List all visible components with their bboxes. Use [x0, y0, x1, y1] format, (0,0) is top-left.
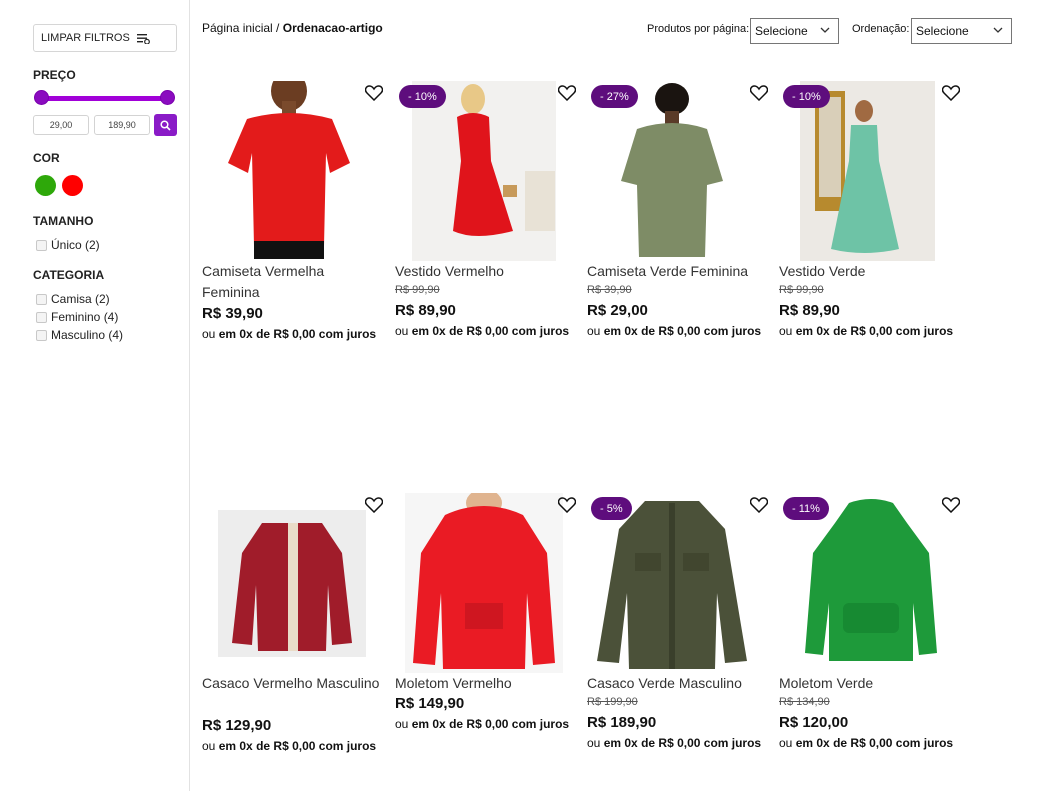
product-name[interactable]: Casaco Vermelho Masculino: [202, 673, 382, 694]
sort-value: Selecione: [916, 24, 969, 38]
category-option-label: Camisa (2): [51, 292, 110, 306]
category-option-feminino[interactable]: Feminino (4): [36, 310, 118, 324]
heart-icon[interactable]: [365, 85, 383, 101]
heart-icon[interactable]: [750, 85, 768, 101]
product-old-price: R$ 199,90: [587, 696, 638, 708]
checkbox[interactable]: [36, 329, 47, 341]
product-name[interactable]: Moletom Verde: [779, 673, 959, 694]
breadcrumb-home-link[interactable]: Página inicial: [202, 21, 273, 35]
chevron-down-icon: [820, 27, 830, 33]
product-card[interactable]: Moletom Vermelho R$ 149,90 ou em 0x de R…: [395, 489, 580, 763]
product-name[interactable]: Moletom Vermelho: [395, 673, 575, 694]
product-image[interactable]: - 5%: [587, 493, 772, 673]
product-image[interactable]: - 27%: [587, 81, 772, 261]
category-option-label: Feminino (4): [51, 310, 119, 324]
product-card[interactable]: - 10% Vestido Vermelho R$ 99,90 R$ 89,90…: [395, 81, 580, 351]
product-name[interactable]: Casaco Verde Masculino: [587, 673, 767, 694]
product-price: R$ 129,90: [202, 717, 272, 734]
heart-icon[interactable]: [750, 497, 768, 513]
category-option-label: Masculino (4): [51, 328, 124, 342]
price-max-handle[interactable]: [160, 90, 175, 105]
heart-icon[interactable]: [558, 497, 576, 513]
breadcrumb-separator: /: [272, 21, 283, 35]
installment-info: ou em 0x de R$ 0,00 com juros: [779, 324, 954, 338]
checkbox[interactable]: [36, 239, 47, 251]
product-image[interactable]: - 10%: [395, 81, 580, 261]
discount-badge: - 10%: [783, 85, 830, 108]
heart-icon[interactable]: [942, 85, 960, 101]
product-name[interactable]: Camiseta Vermelha Feminina: [202, 261, 382, 303]
product-image[interactable]: [395, 489, 580, 673]
per-page-value: Selecione: [755, 24, 808, 38]
product-card[interactable]: - 27% Camiseta Verde Feminina R$ 39,90 R…: [587, 81, 772, 351]
price-min-handle[interactable]: [34, 90, 49, 105]
product-name[interactable]: Camiseta Verde Feminina: [587, 261, 767, 282]
product-price: R$ 120,00: [779, 714, 849, 731]
category-filter-title: CATEGORIA: [33, 268, 105, 282]
heart-icon[interactable]: [365, 497, 383, 513]
price-min-input[interactable]: 29,00: [33, 115, 89, 135]
breadcrumb-current: Ordenacao-artigo: [282, 21, 383, 35]
product-card[interactable]: - 11% Moletom Verde R$ 134,90 R$ 120,00 …: [779, 493, 964, 763]
filter-sidebar: LIMPAR FILTROS PREÇO 29,00 189,90 COR TA…: [0, 0, 190, 791]
product-card[interactable]: Casaco Vermelho Masculino R$ 129,90 ou e…: [202, 493, 387, 763]
installment-info: ou em 0x de R$ 0,00 com juros: [395, 717, 570, 731]
product-old-price: R$ 39,90: [587, 284, 632, 296]
product-price: R$ 189,90: [587, 714, 657, 731]
per-page-label: Produtos por página:: [647, 23, 750, 35]
product-name[interactable]: Vestido Verde: [779, 261, 959, 282]
installment-info: ou em 0x de R$ 0,00 com juros: [202, 739, 377, 753]
discount-badge: - 10%: [399, 85, 446, 108]
category-option-camisa[interactable]: Camisa (2): [36, 292, 110, 306]
breadcrumb: Página inicial / Ordenacao-artigo: [202, 21, 383, 35]
search-icon: [160, 119, 171, 131]
per-page-select[interactable]: Selecione: [750, 18, 839, 44]
discount-badge: - 11%: [783, 497, 829, 520]
installment-info: ou em 0x de R$ 0,00 com juros: [395, 324, 570, 338]
installment-info: ou em 0x de R$ 0,00 com juros: [587, 736, 762, 750]
installment-info: ou em 0x de R$ 0,00 com juros: [202, 327, 377, 341]
product-image[interactable]: [202, 493, 387, 673]
category-option-masculino[interactable]: Masculino (4): [36, 328, 123, 342]
product-card[interactable]: - 10% Vestido Verde R$ 99,90 R$ 89,90 ou…: [779, 81, 964, 351]
clear-filters-button[interactable]: LIMPAR FILTROS: [33, 24, 177, 52]
discount-badge: - 5%: [591, 497, 632, 520]
product-image[interactable]: - 11%: [779, 493, 964, 673]
heart-icon[interactable]: [942, 497, 960, 513]
product-price: R$ 29,00: [587, 302, 648, 319]
product-old-price: R$ 99,90: [779, 284, 824, 296]
size-option-unico[interactable]: Único (2): [36, 238, 100, 252]
sort-select[interactable]: Selecione: [911, 18, 1012, 44]
heart-icon[interactable]: [558, 85, 576, 101]
installment-info: ou em 0x de R$ 0,00 com juros: [779, 736, 954, 750]
clear-filters-label: LIMPAR FILTROS: [41, 32, 130, 44]
size-option-label: Único (2): [51, 238, 100, 252]
product-card[interactable]: Camiseta Vermelha Feminina R$ 39,90 ou e…: [202, 71, 387, 351]
product-price: R$ 39,90: [202, 305, 263, 322]
checkbox[interactable]: [36, 311, 47, 323]
product-name[interactable]: Vestido Vermelho: [395, 261, 575, 282]
product-price: R$ 149,90: [395, 695, 465, 712]
color-filter-title: COR: [33, 151, 60, 165]
product-price: R$ 89,90: [779, 302, 840, 319]
product-image[interactable]: - 10%: [779, 81, 964, 261]
price-filter-title: PREÇO: [33, 68, 76, 82]
product-old-price: R$ 134,90: [779, 696, 830, 708]
color-swatch-red[interactable]: [62, 175, 83, 196]
color-swatch-green[interactable]: [35, 175, 56, 196]
chevron-down-icon: [993, 27, 1003, 33]
product-price: R$ 89,90: [395, 302, 456, 319]
price-range-track[interactable]: [40, 96, 168, 101]
filter-list-icon: [136, 33, 150, 44]
price-max-input[interactable]: 189,90: [94, 115, 150, 135]
product-old-price: R$ 99,90: [395, 284, 440, 296]
discount-badge: - 27%: [591, 85, 638, 108]
product-card[interactable]: - 5% Casaco Verde Masculino R$ 199,90 R$…: [587, 493, 772, 763]
sort-label: Ordenação:: [852, 23, 910, 35]
size-filter-title: TAMANHO: [33, 214, 94, 228]
checkbox[interactable]: [36, 293, 47, 305]
installment-info: ou em 0x de R$ 0,00 com juros: [587, 324, 762, 338]
product-image[interactable]: [202, 71, 387, 261]
price-search-button[interactable]: [154, 114, 177, 136]
